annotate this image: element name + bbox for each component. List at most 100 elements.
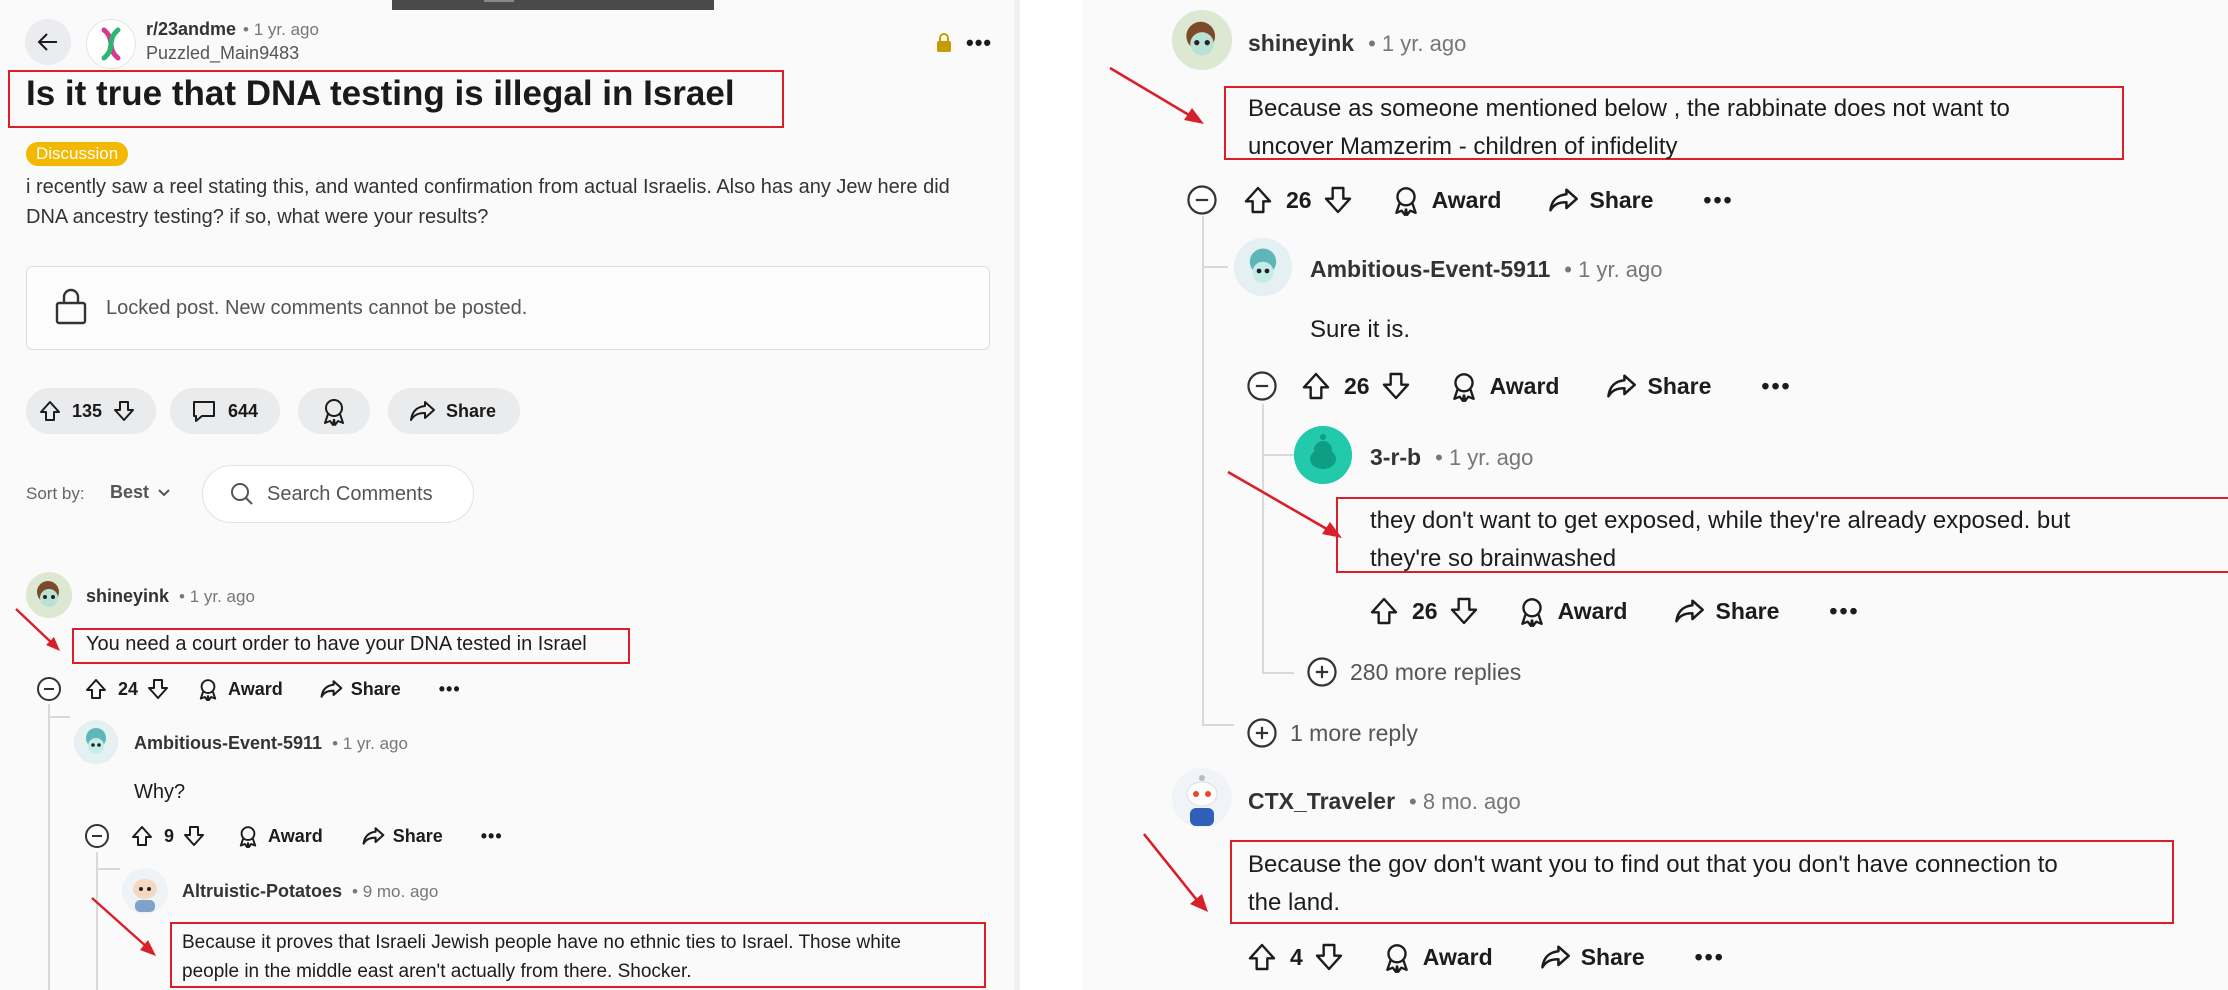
comment-author[interactable]: 3-r-b bbox=[1370, 444, 1421, 471]
avatar-shineyink[interactable] bbox=[1172, 10, 1232, 70]
award-icon bbox=[1452, 373, 1475, 402]
more-replies-280[interactable]: 280 more replies bbox=[1306, 656, 1521, 688]
comment-author[interactable]: CTX_Traveler bbox=[1248, 788, 1395, 815]
thread-branch bbox=[98, 868, 120, 870]
award-button[interactable] bbox=[298, 388, 370, 434]
post-overflow-menu-button[interactable]: ••• bbox=[966, 30, 992, 56]
post-vote-count: 135 bbox=[72, 400, 103, 421]
subreddit-name[interactable]: r/23andme bbox=[146, 19, 236, 40]
vote-count: 26 bbox=[1344, 372, 1370, 399]
avatar-ctx-traveler[interactable] bbox=[1172, 768, 1232, 828]
vote-count: 24 bbox=[118, 678, 139, 699]
post-flair[interactable]: Discussion bbox=[26, 142, 129, 166]
post-title: Is it true that DNA testing is illegal i… bbox=[26, 74, 735, 113]
downvote-icon[interactable] bbox=[182, 824, 206, 848]
post-vote-pill: 135 bbox=[26, 388, 156, 434]
comment-overflow-menu-button[interactable]: ••• bbox=[1703, 187, 1733, 214]
collapse-thread-icon[interactable] bbox=[36, 676, 62, 702]
avatar-ambitious-event[interactable] bbox=[74, 720, 118, 764]
award-button[interactable]: Award bbox=[196, 677, 283, 701]
share-button[interactable]: Share bbox=[1539, 943, 1645, 971]
post-author[interactable]: Puzzled_Main9483 bbox=[146, 43, 299, 64]
share-arrow-icon bbox=[1675, 599, 1705, 623]
more-replies-1[interactable]: 1 more reply bbox=[1246, 717, 1418, 749]
share-button[interactable]: Share bbox=[319, 678, 401, 700]
downvote-icon[interactable] bbox=[112, 399, 136, 423]
collapse-thread-icon[interactable] bbox=[1246, 370, 1278, 402]
downvote-icon[interactable] bbox=[1380, 370, 1412, 402]
comment-author[interactable]: Ambitious-Event-5911 bbox=[134, 733, 322, 754]
comment-body: Why? bbox=[134, 781, 186, 803]
upvote-icon[interactable] bbox=[1300, 370, 1332, 402]
comment-body-line-2: they're so brainwashed bbox=[1370, 545, 1617, 572]
upvote-icon[interactable] bbox=[38, 399, 62, 423]
comment-body-line-2: uncover Mamzerim - children of infidelit… bbox=[1248, 133, 1678, 160]
upvote-icon[interactable] bbox=[84, 677, 108, 701]
comment-overflow-menu-button[interactable]: ••• bbox=[439, 679, 461, 700]
downvote-icon[interactable] bbox=[1448, 595, 1480, 627]
award-button[interactable]: Award bbox=[1448, 370, 1559, 402]
comment-author[interactable]: Altruistic-Potatoes bbox=[182, 881, 342, 902]
comment-overflow-menu-button[interactable]: ••• bbox=[481, 826, 503, 847]
upvote-icon[interactable] bbox=[1242, 184, 1274, 216]
sort-value: Best bbox=[110, 482, 150, 502]
comment-header: Ambitious-Event-5911 • 1 yr. ago bbox=[134, 733, 408, 754]
comment-actions: 9 Award Share ••• bbox=[84, 823, 503, 849]
award-button[interactable]: Award bbox=[236, 824, 323, 848]
comment-author[interactable]: shineyink bbox=[1248, 30, 1354, 57]
comment-overflow-menu-button[interactable]: ••• bbox=[1761, 373, 1791, 400]
comments-button[interactable]: 644 bbox=[170, 388, 280, 434]
share-button[interactable]: Share bbox=[1547, 186, 1653, 214]
comment-author[interactable]: Ambitious-Event-5911 bbox=[1310, 256, 1550, 283]
collapse-thread-icon[interactable] bbox=[84, 823, 110, 849]
award-icon bbox=[324, 399, 344, 426]
collapse-thread-icon[interactable] bbox=[1186, 184, 1218, 216]
share-button[interactable]: Share bbox=[1673, 597, 1779, 625]
search-icon bbox=[231, 483, 253, 505]
comment-bubble-icon bbox=[193, 401, 215, 422]
vote-count: 26 bbox=[1412, 597, 1438, 624]
sort-dropdown[interactable]: Best bbox=[110, 482, 171, 503]
expand-icon bbox=[1247, 718, 1277, 748]
downvote-icon[interactable] bbox=[1313, 941, 1345, 973]
comment-age: • 1 yr. ago bbox=[332, 733, 408, 753]
search-comments-input[interactable]: Search Comments bbox=[202, 465, 474, 523]
upvote-icon[interactable] bbox=[130, 824, 154, 848]
comment-author[interactable]: shineyink bbox=[86, 586, 169, 607]
share-arrow-icon bbox=[320, 680, 343, 698]
share-button[interactable]: Share bbox=[1605, 372, 1711, 400]
thread-line bbox=[1202, 216, 1204, 726]
award-icon bbox=[199, 679, 217, 701]
award-button[interactable]: Award bbox=[1516, 595, 1627, 627]
thread-branch bbox=[1204, 724, 1234, 726]
upvote-icon[interactable] bbox=[1246, 941, 1278, 973]
vote-count: 26 bbox=[1286, 186, 1312, 213]
share-label: Share bbox=[1589, 186, 1654, 213]
award-button[interactable]: Award bbox=[1381, 941, 1493, 973]
award-label: Award bbox=[228, 678, 283, 699]
award-button[interactable]: Award bbox=[1390, 184, 1501, 216]
post-body: i recently saw a reel stating this, and … bbox=[26, 176, 950, 228]
downvote-icon[interactable] bbox=[1322, 184, 1354, 216]
downvote-icon[interactable] bbox=[146, 677, 170, 701]
comment-overflow-menu-button[interactable]: ••• bbox=[1829, 598, 1859, 625]
comment-actions: 4 Award Share ••• bbox=[1246, 941, 1725, 973]
avatar-ctx-traveler-icon bbox=[1172, 768, 1232, 828]
share-button[interactable]: Share bbox=[388, 388, 520, 434]
award-label: Award bbox=[1422, 943, 1493, 970]
panel-separator bbox=[1020, 0, 1082, 990]
upvote-icon[interactable] bbox=[1368, 595, 1400, 627]
comment-age: • 1 yr. ago bbox=[1564, 256, 1663, 282]
avatar-ambitious-event[interactable] bbox=[1234, 238, 1292, 296]
share-arrow-icon bbox=[1549, 188, 1579, 212]
locked-notice-text: Locked post. New comments cannot be post… bbox=[106, 297, 528, 319]
award-icon bbox=[1386, 944, 1408, 973]
back-button[interactable] bbox=[25, 19, 71, 65]
chevron-down-icon bbox=[158, 488, 170, 496]
comment-body-line-2: people in the middle east aren't actuall… bbox=[182, 961, 692, 982]
thread-branch bbox=[1264, 454, 1294, 456]
search-placeholder: Search Comments bbox=[267, 482, 433, 505]
subreddit-icon[interactable] bbox=[86, 19, 136, 69]
comment-overflow-menu-button[interactable]: ••• bbox=[1695, 944, 1725, 971]
share-button[interactable]: Share bbox=[361, 825, 443, 847]
